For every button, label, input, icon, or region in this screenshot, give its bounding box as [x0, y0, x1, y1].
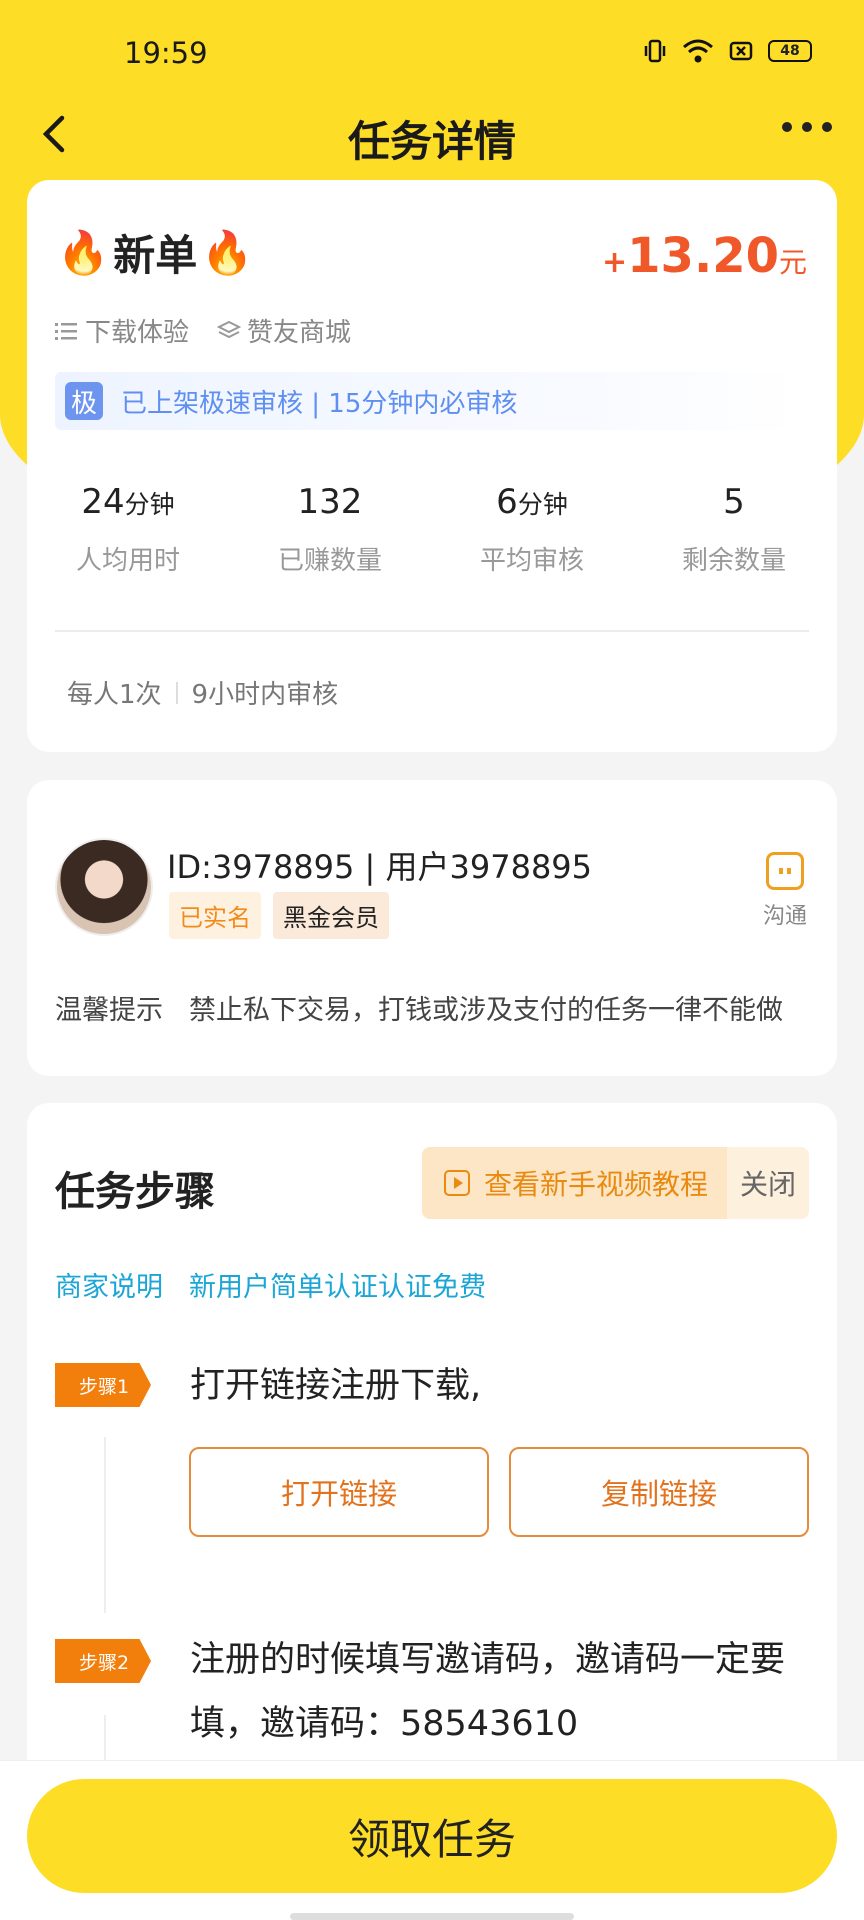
step-1-tag: 步骤1 — [55, 1363, 151, 1407]
copy-link-button[interactable]: 复制链接 — [509, 1447, 809, 1537]
tip-label: 温馨提示 — [55, 995, 163, 1026]
layers-icon — [217, 320, 242, 338]
tag-category-label: 下载体验 — [85, 318, 190, 348]
reward-unit: 元 — [778, 246, 807, 279]
task-summary-card: 🔥 新单 🔥 +13.20元 下载体验 赞友商城 极 已上架极速审核 | 15分… — [27, 180, 837, 752]
publisher-name: ID:3978895 | 用户3978895 — [167, 848, 593, 886]
video-tutorial-bar: 查看新手视频教程 关闭 — [422, 1147, 809, 1219]
merchant-text: 新用户简单认证认证免费 — [189, 1272, 486, 1303]
warm-tip: 温馨提示 禁止私下交易，打钱或涉及支付的任务一律不能做 — [55, 988, 783, 1027]
task-tags: 下载体验 赞友商城 — [55, 312, 351, 349]
sim-icon — [729, 41, 753, 61]
stat-avg-review: 6分钟 平均审核 — [431, 482, 633, 577]
home-indicator[interactable] — [290, 1913, 574, 1920]
separator — [175, 681, 178, 704]
status-icons: 48 — [642, 38, 812, 64]
stat-earned-count: 132 已赚数量 — [229, 482, 431, 577]
claim-task-button[interactable]: 领取任务 — [27, 1779, 837, 1893]
task-stats: 24分钟 人均用时 132 已赚数量 6分钟 平均审核 5 剩余数量 — [27, 482, 837, 577]
wifi-icon — [683, 39, 713, 63]
stat-unit: 分钟 — [517, 490, 568, 519]
page-title: 任务详情 — [347, 117, 516, 166]
stat-label: 已赚数量 — [277, 546, 382, 576]
verified-badge: 已实名 — [169, 892, 261, 939]
step-2-text: 注册的时候填写邀请码，邀请码一定要填，邀请码：58543610 — [190, 1640, 786, 1744]
avatar[interactable] — [55, 838, 153, 936]
publisher-card: ID:3978895 | 用户3978895 已实名 黑金会员 沟通 温馨提示 … — [27, 780, 837, 1076]
chat-icon — [765, 852, 804, 890]
review-time: 9小时内审核 — [191, 680, 339, 710]
publisher-badges: 已实名 黑金会员 — [169, 892, 389, 939]
bottom-action-bar: 领取任务 — [0, 1760, 864, 1920]
stat-value: 5 — [723, 482, 745, 522]
stat-label: 平均审核 — [479, 546, 584, 576]
stat-unit: 分钟 — [124, 490, 175, 519]
task-title-row: 🔥 新单 🔥 — [57, 222, 254, 283]
task-limits: 每人1次 9小时内审核 — [67, 674, 338, 711]
stat-remaining: 5 剩余数量 — [633, 482, 835, 577]
task-title: 新单 — [113, 231, 198, 280]
battery-icon: 48 — [768, 40, 812, 62]
task-steps-card: 任务步骤 查看新手视频教程 关闭 商家说明 新用户简单认证认证免费 步骤1 打开… — [27, 1103, 837, 1815]
tip-text: 禁止私下交易，打钱或涉及支付的任务一律不能做 — [189, 995, 783, 1026]
stat-label: 人均用时 — [75, 546, 180, 576]
stat-label: 剩余数量 — [681, 546, 786, 576]
step-connector — [104, 1437, 106, 1613]
status-time: 19:59 — [124, 36, 208, 70]
status-bar: 19:59 48 — [0, 0, 864, 110]
step-2-tag: 步骤2 — [55, 1639, 151, 1683]
reward-value: 13.20 — [627, 228, 779, 284]
video-tutorial-label: 查看新手视频教程 — [484, 1168, 709, 1201]
stat-value: 24 — [81, 482, 125, 522]
video-tutorial-button[interactable]: 查看新手视频教程 — [422, 1147, 727, 1219]
fast-badge: 极 — [65, 382, 103, 420]
fast-review-banner: 极 已上架极速审核 | 15分钟内必审核 — [55, 372, 803, 430]
reward-amount: +13.20元 — [602, 228, 807, 284]
close-tutorial-button[interactable]: 关闭 — [727, 1163, 809, 1203]
tag-category: 下载体验 — [55, 312, 189, 349]
play-icon — [444, 1170, 470, 1196]
list-icon — [55, 322, 77, 340]
merchant-note: 商家说明 新用户简单认证认证免费 — [55, 1265, 486, 1304]
open-link-button[interactable]: 打开链接 — [189, 1447, 489, 1537]
stat-avg-time: 24分钟 人均用时 — [27, 482, 229, 577]
vibrate-icon — [644, 39, 666, 63]
fire-icon: 🔥 — [201, 227, 254, 277]
merchant-label: 商家说明 — [55, 1272, 163, 1303]
step-1-text: 打开链接注册下载, — [190, 1366, 482, 1406]
chat-button[interactable]: 沟通 — [763, 852, 807, 930]
steps-title: 任务步骤 — [55, 1169, 215, 1215]
tag-platform-label: 赞友商城 — [247, 318, 352, 348]
more-icon[interactable] — [782, 122, 832, 132]
vip-badge: 黑金会员 — [273, 892, 389, 939]
fire-icon: 🔥 — [57, 227, 110, 277]
chat-label: 沟通 — [762, 904, 807, 929]
tag-platform: 赞友商城 — [217, 312, 351, 349]
limit-per-person: 每人1次 — [67, 680, 162, 710]
divider — [55, 630, 809, 632]
stat-value: 132 — [297, 482, 363, 522]
banner-text: 已上架极速审核 | 15分钟内必审核 — [121, 388, 518, 419]
navbar: 任务详情 — [0, 100, 864, 170]
reward-plus: + — [602, 245, 628, 280]
stat-value: 6 — [496, 482, 518, 522]
